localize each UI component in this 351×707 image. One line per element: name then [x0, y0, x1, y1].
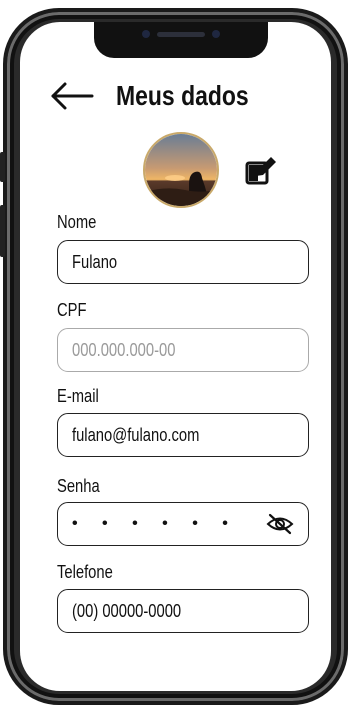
senha-field[interactable]: • • • • • • [57, 502, 309, 546]
nome-label: Nome [57, 212, 97, 232]
sensor [142, 30, 150, 38]
speaker [157, 32, 205, 37]
header: Meus dados [50, 76, 278, 116]
back-arrow-icon[interactable] [50, 81, 94, 111]
telefone-label: Telefone [57, 562, 113, 582]
telefone-field[interactable]: (00) 00000-0000 [57, 589, 309, 633]
avatar[interactable] [143, 132, 219, 208]
edit-icon[interactable] [244, 156, 278, 186]
cpf-field[interactable]: 000.000.000-00 [57, 328, 309, 372]
nome-value: Fulano [72, 251, 118, 272]
password-dots: • • • • • • [72, 515, 238, 532]
cpf-placeholder: 000.000.000-00 [72, 339, 176, 360]
cpf-label: CPF [57, 300, 87, 320]
phone-side-button [0, 152, 5, 182]
nome-field[interactable]: Fulano [57, 240, 309, 284]
email-value: fulano@fulano.com [72, 424, 200, 445]
telefone-value: (00) 00000-0000 [72, 600, 182, 621]
eye-off-icon[interactable] [266, 513, 294, 535]
phone-screen: Meus dados Nome Fulano CPF 000.000.000-0… [20, 22, 331, 691]
camera [212, 30, 220, 38]
notch [94, 22, 268, 58]
email-field[interactable]: fulano@fulano.com [57, 413, 309, 457]
page-title: Meus dados [116, 80, 249, 111]
senha-label: Senha [57, 476, 100, 496]
email-label: E-mail [57, 386, 99, 406]
phone-side-button [0, 205, 5, 257]
profile-photo [145, 134, 217, 206]
